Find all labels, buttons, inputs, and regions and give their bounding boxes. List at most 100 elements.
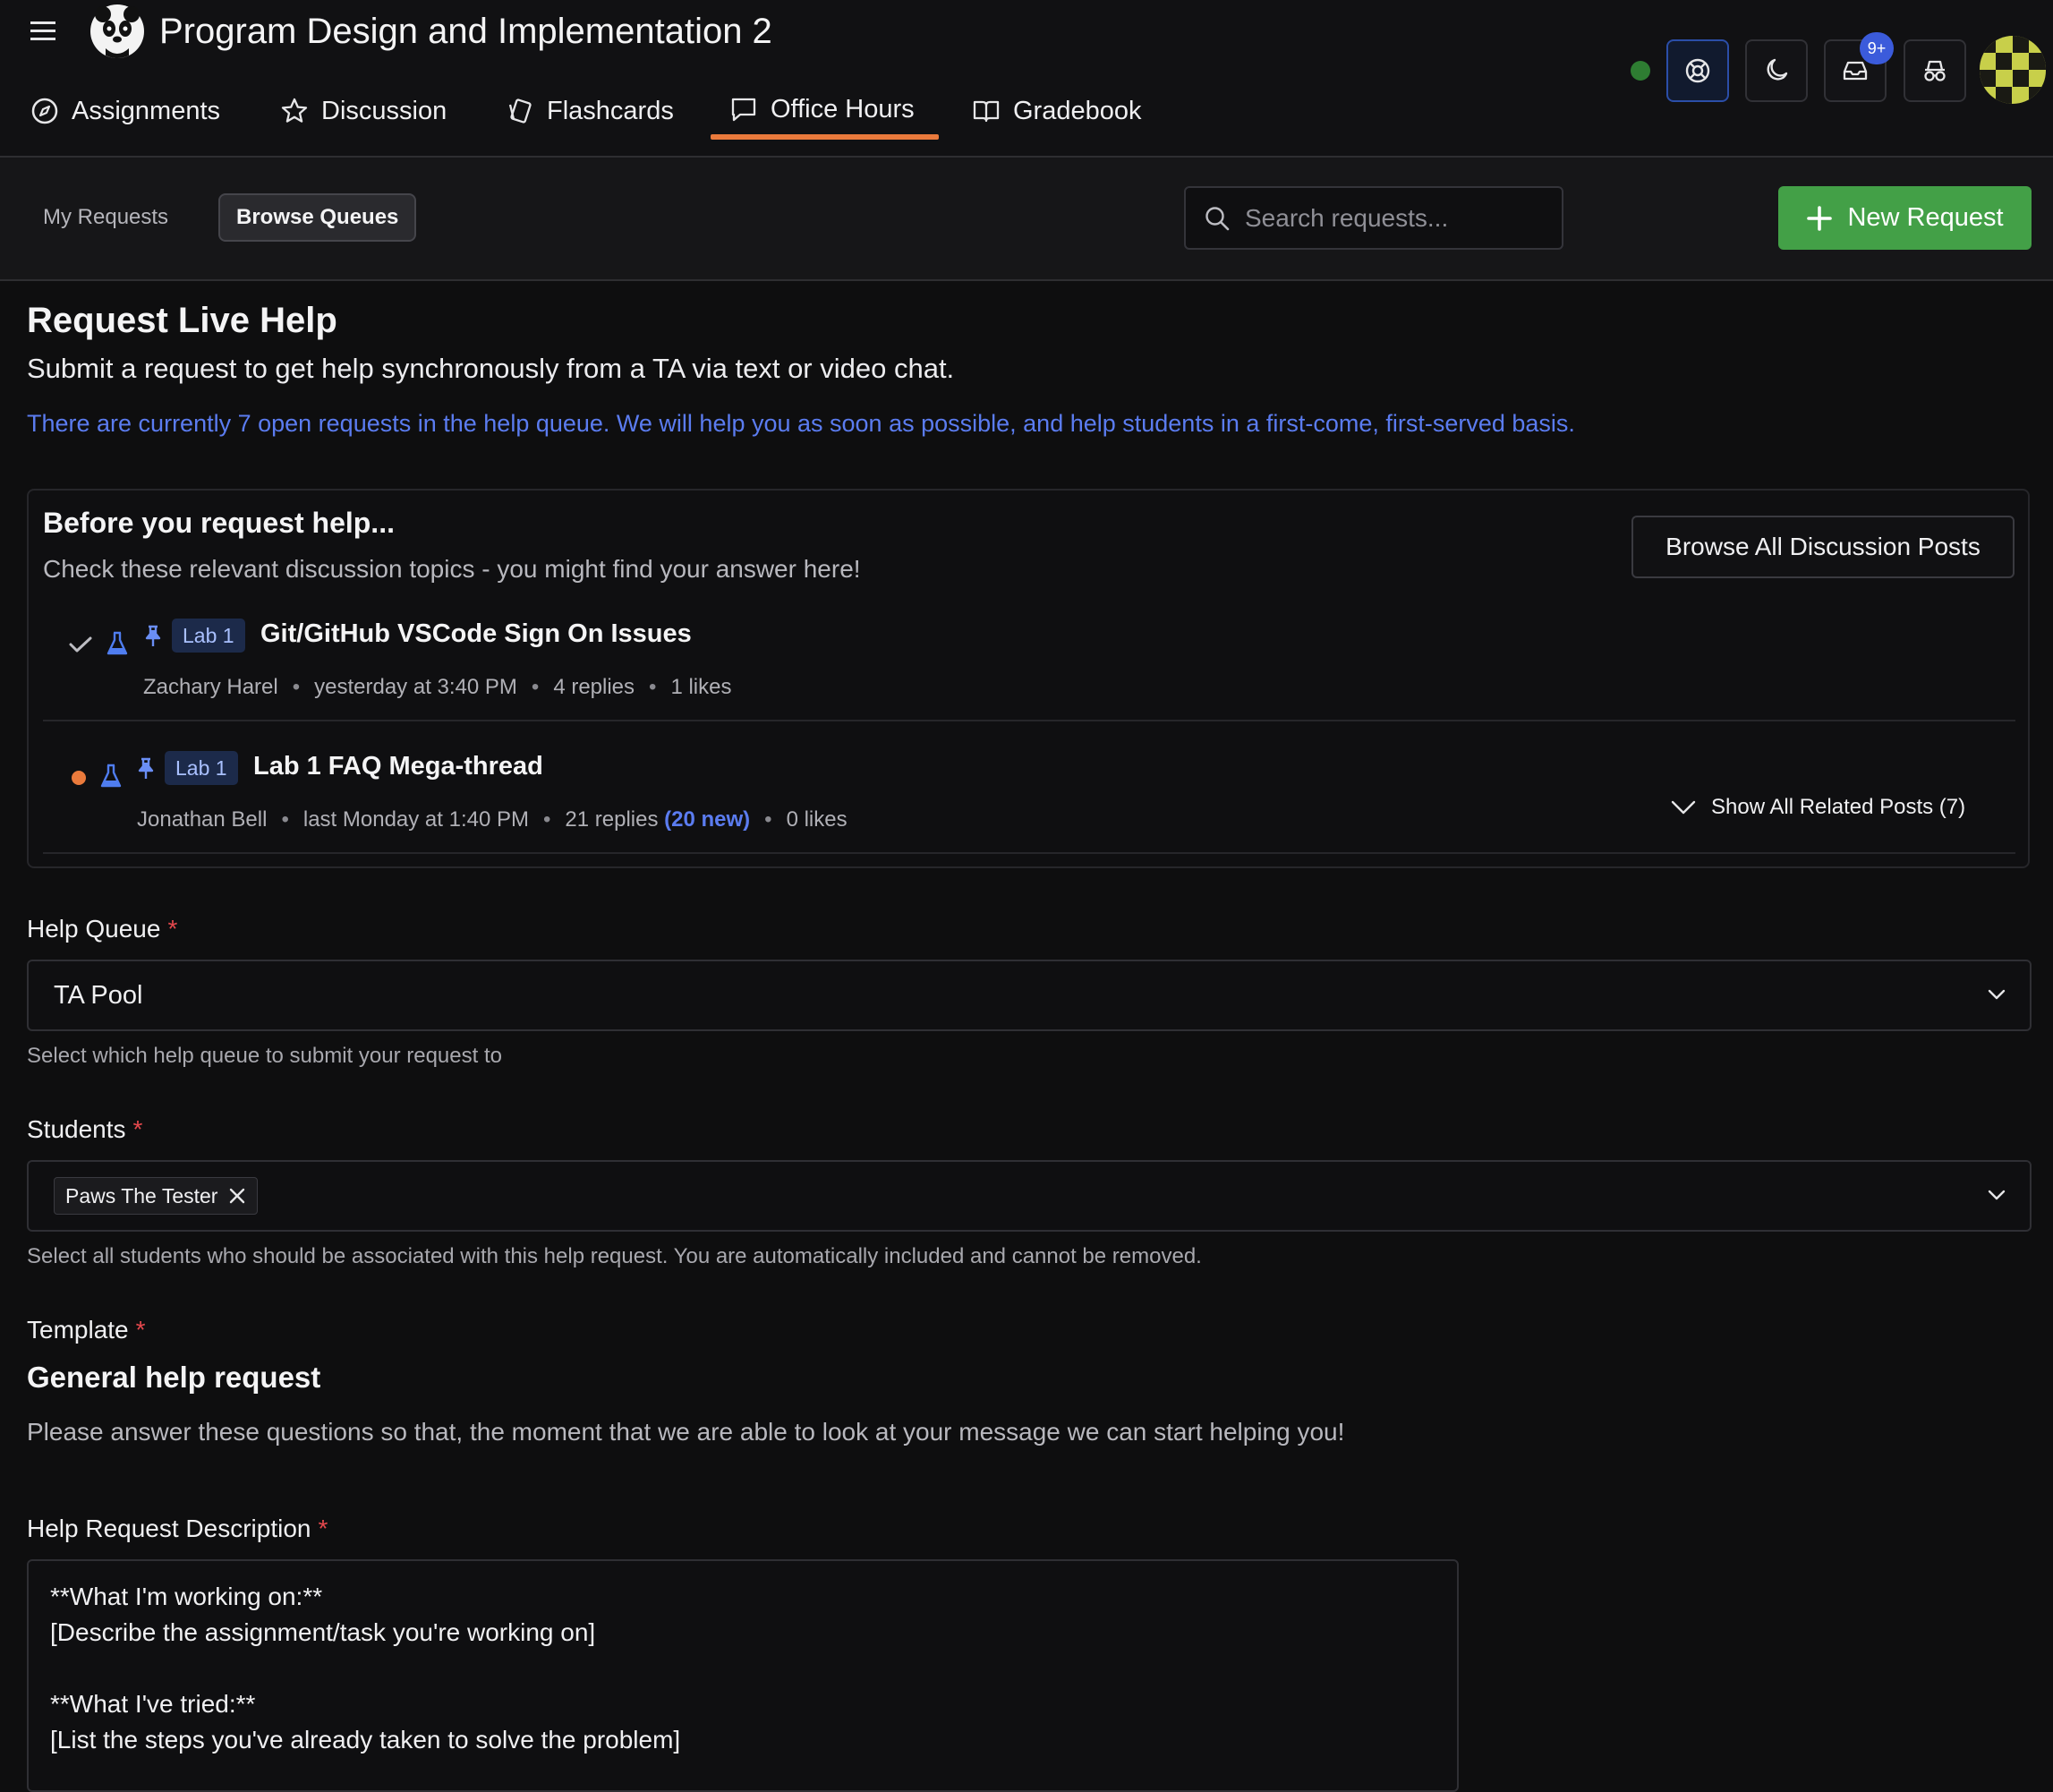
tab-label: Office Hours bbox=[771, 94, 915, 124]
flashcards-icon bbox=[506, 97, 534, 125]
selected-value: TA Pool bbox=[54, 980, 143, 1010]
compass-icon bbox=[30, 97, 59, 125]
new-request-label: New Request bbox=[1847, 203, 2004, 232]
separator: • bbox=[292, 675, 301, 699]
close-icon[interactable] bbox=[228, 1187, 246, 1205]
tab-label: Flashcards bbox=[547, 96, 674, 125]
separator: • bbox=[543, 807, 551, 832]
tab-assignments[interactable]: Assignments bbox=[30, 88, 220, 134]
tab-office-hours[interactable]: Office Hours bbox=[729, 86, 915, 132]
course-title: Program Design and Implementation 2 bbox=[159, 12, 772, 51]
incognito-icon bbox=[1920, 55, 1950, 86]
students-hint: Select all students who should be associ… bbox=[27, 1244, 1202, 1268]
moon-icon bbox=[1761, 55, 1792, 86]
chip-label: Paws The Tester bbox=[65, 1183, 218, 1207]
tab-gradebook[interactable]: Gradebook bbox=[972, 88, 1142, 134]
post-title[interactable]: Lab 1 FAQ Mega-thread bbox=[253, 752, 543, 781]
new-request-button[interactable]: New Request bbox=[1778, 186, 2032, 250]
flask-icon bbox=[99, 763, 123, 789]
students-multiselect[interactable]: Paws The Tester bbox=[27, 1160, 2032, 1232]
page-title: Request Live Help bbox=[27, 301, 337, 340]
tab-label: Gradebook bbox=[1013, 96, 1142, 125]
post-time: last Monday at 1:40 PM bbox=[302, 807, 529, 832]
field-label: Help Request Description bbox=[27, 1515, 311, 1542]
show-all-label: Show All Related Posts (7) bbox=[1711, 795, 1966, 819]
browse-all-discussion-posts-button[interactable]: Browse All Discussion Posts bbox=[1631, 516, 2015, 578]
star-icon bbox=[280, 97, 309, 125]
post-replies: 21 replies bbox=[565, 807, 659, 832]
related-posts-title: Before you request help... bbox=[43, 507, 395, 539]
template-label: Template * bbox=[27, 1316, 146, 1344]
post-tag: Lab 1 bbox=[172, 619, 245, 653]
search-icon bbox=[1204, 205, 1231, 232]
flask-icon bbox=[106, 630, 129, 657]
tab-label: Assignments bbox=[72, 96, 221, 125]
queue-status-note: There are currently 7 open requests in t… bbox=[27, 410, 1575, 437]
post-likes: 0 likes bbox=[786, 807, 848, 832]
tab-browse-queues[interactable]: Browse Queues bbox=[218, 193, 417, 242]
lifebuoy-icon bbox=[1683, 56, 1712, 85]
incognito-button[interactable] bbox=[1904, 39, 1966, 102]
post-time: yesterday at 3:40 PM bbox=[314, 675, 517, 699]
template-name: General help request bbox=[27, 1361, 321, 1394]
post-replies: 4 replies bbox=[553, 675, 635, 699]
required-asterisk: * bbox=[132, 1115, 143, 1143]
book-icon bbox=[972, 97, 1001, 125]
required-asterisk: * bbox=[167, 915, 178, 943]
page-subtitle: Submit a request to get help synchronous… bbox=[27, 353, 955, 384]
students-label: Students * bbox=[27, 1115, 142, 1144]
search-box bbox=[1184, 186, 1563, 250]
list-item[interactable] bbox=[43, 721, 1618, 852]
student-chip: Paws The Tester bbox=[54, 1177, 259, 1215]
search-input[interactable] bbox=[1243, 202, 1551, 234]
checkmark-icon bbox=[68, 634, 93, 655]
user-avatar[interactable] bbox=[1980, 36, 2046, 104]
help-button[interactable] bbox=[1666, 39, 1729, 102]
new-replies-count: (20 new) bbox=[664, 807, 751, 832]
theme-toggle-button[interactable] bbox=[1745, 39, 1808, 102]
tag-label: Lab 1 bbox=[172, 619, 245, 653]
post-likes: 1 likes bbox=[670, 675, 732, 699]
chevron-down-icon bbox=[1985, 983, 2008, 1006]
post-meta: Zachary Harel • yesterday at 3:40 PM • 4… bbox=[143, 675, 731, 700]
field-label: Template bbox=[27, 1316, 129, 1344]
post-title[interactable]: Git/GitHub VSCode Sign On Issues bbox=[260, 619, 692, 649]
post-replies-group: 21 replies (20 new) bbox=[565, 807, 750, 832]
unread-dot bbox=[72, 771, 86, 785]
tab-label: Discussion bbox=[321, 96, 447, 125]
required-asterisk: * bbox=[135, 1316, 146, 1344]
post-author: Zachary Harel bbox=[143, 675, 278, 699]
description-label: Help Request Description * bbox=[27, 1515, 328, 1543]
hamburger-menu-icon[interactable] bbox=[30, 20, 57, 43]
separator: • bbox=[531, 675, 540, 699]
help-request-description-textarea[interactable]: **What I'm working on:** [Describe the a… bbox=[27, 1559, 1459, 1792]
help-queue-label: Help Queue * bbox=[27, 915, 177, 943]
help-queue-select[interactable]: TA Pool bbox=[27, 960, 2032, 1031]
post-author: Jonathan Bell bbox=[137, 807, 268, 832]
separator: • bbox=[764, 807, 772, 832]
tab-discussion[interactable]: Discussion bbox=[280, 88, 447, 134]
chevron-down-icon bbox=[1985, 1183, 2008, 1207]
pin-icon bbox=[143, 625, 163, 648]
help-queue-hint: Select which help queue to submit your r… bbox=[27, 1044, 502, 1068]
template-description: Please answer these questions so that, t… bbox=[27, 1418, 1345, 1446]
chevron-down-icon bbox=[1670, 799, 1697, 815]
required-asterisk: * bbox=[318, 1515, 328, 1542]
related-posts-subtitle: Check these relevant discussion topics -… bbox=[43, 555, 861, 583]
post-tag: Lab 1 bbox=[165, 751, 238, 785]
show-all-related-posts-button[interactable]: Show All Related Posts (7) bbox=[1670, 795, 1965, 820]
divider bbox=[43, 852, 2015, 854]
tab-my-requests[interactable]: My Requests bbox=[27, 193, 184, 242]
panda-logo-icon bbox=[89, 4, 145, 59]
notification-badge: 9+ bbox=[1860, 32, 1894, 64]
separator: • bbox=[649, 675, 657, 699]
tag-label: Lab 1 bbox=[165, 751, 238, 785]
separator: • bbox=[281, 807, 289, 832]
chat-icon bbox=[729, 95, 758, 124]
tab-flashcards[interactable]: Flashcards bbox=[506, 88, 674, 134]
active-tab-indicator bbox=[711, 134, 939, 140]
plus-icon bbox=[1806, 205, 1833, 232]
pin-icon bbox=[136, 757, 156, 781]
post-meta: Jonathan Bell • last Monday at 1:40 PM •… bbox=[137, 807, 848, 832]
field-label: Help Queue bbox=[27, 915, 161, 943]
